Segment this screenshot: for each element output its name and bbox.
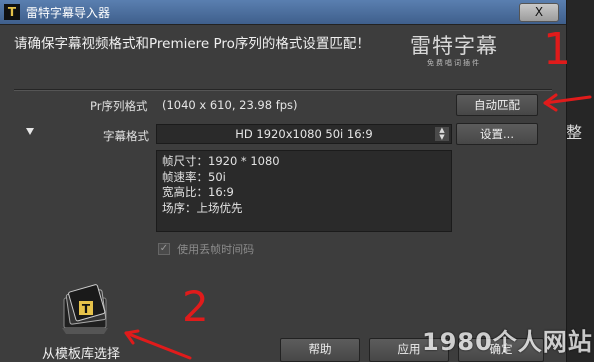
site-watermark: 1980个人网站 [422, 328, 593, 356]
annotation-arrows [124, 93, 592, 360]
annotation-number-two: 2 [182, 282, 209, 331]
annotation-number-one: 1 [543, 24, 571, 75]
